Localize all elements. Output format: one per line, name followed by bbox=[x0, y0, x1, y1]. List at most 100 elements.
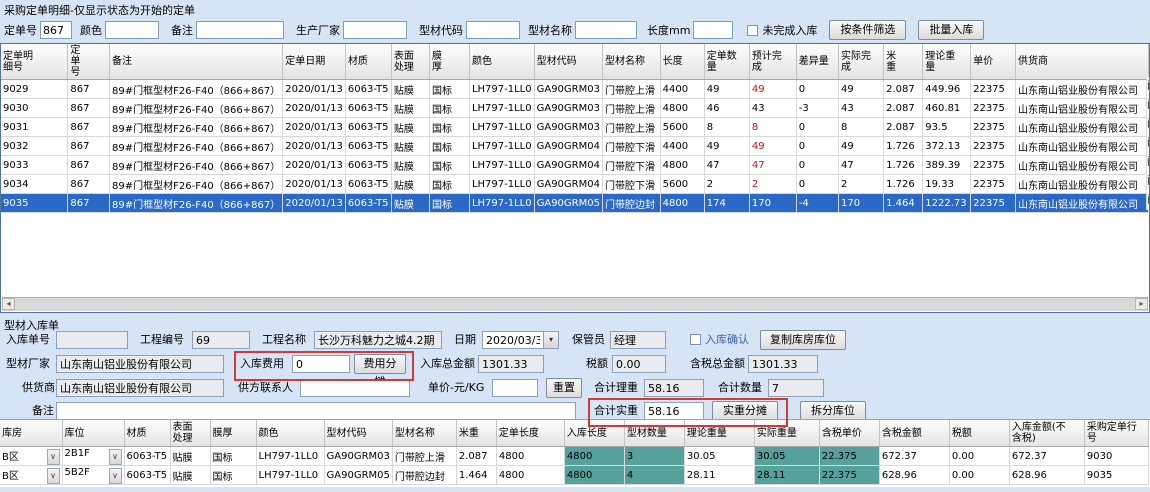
combo-dropdown-icon[interactable]: ∨ bbox=[109, 449, 122, 465]
total-qty-input[interactable] bbox=[768, 379, 824, 397]
combo-dropdown-icon[interactable]: ∨ bbox=[109, 468, 122, 484]
column-header[interactable]: 库房 bbox=[0, 420, 62, 447]
color-filter-input[interactable] bbox=[105, 21, 159, 39]
table-row[interactable]: 903086789#门框型材F26-F40（866+867）2020/01/13… bbox=[1, 99, 1149, 118]
column-header[interactable]: 米重 bbox=[456, 420, 496, 447]
column-header[interactable]: 实际重量 bbox=[754, 420, 819, 447]
column-header[interactable]: 表面 处理 bbox=[170, 420, 210, 447]
remark-filter-input[interactable] bbox=[196, 21, 284, 39]
cell: 山东南山铝业股份有限公司 bbox=[1015, 175, 1148, 194]
manufacturer-filter-input[interactable] bbox=[343, 21, 407, 39]
cell: 贴膜 bbox=[391, 137, 429, 156]
column-header[interactable]: 税额 bbox=[949, 420, 1009, 447]
note-input[interactable] bbox=[56, 402, 576, 420]
column-header[interactable]: 材质 bbox=[124, 420, 170, 447]
cell: 9035 bbox=[1, 194, 68, 213]
combo-dropdown-icon[interactable]: ∨ bbox=[47, 468, 60, 484]
horizontal-scrollbar[interactable]: ◂ ▸ bbox=[2, 297, 1148, 311]
inbound-confirm-checkbox[interactable] bbox=[690, 334, 701, 345]
profile-name-filter-input[interactable] bbox=[575, 21, 637, 39]
cell: 867 bbox=[68, 175, 110, 194]
date-dropdown-button[interactable]: ▾ bbox=[543, 331, 559, 349]
column-header[interactable]: 理论重 量 bbox=[923, 44, 971, 80]
column-header[interactable]: 差异量 bbox=[796, 44, 838, 80]
column-header[interactable]: 含税单价 bbox=[819, 420, 879, 447]
table-row[interactable]: 903586789#门框型材F26-F40（866+867）2020/01/13… bbox=[1, 194, 1149, 213]
column-header[interactable]: 入库金额(不 含税) bbox=[1009, 420, 1084, 447]
total-with-tax-input[interactable] bbox=[748, 355, 818, 373]
inbound-total-input[interactable] bbox=[478, 355, 544, 373]
total-actual-weight-input[interactable] bbox=[644, 402, 704, 420]
scroll-right-arrow-icon[interactable]: ▸ bbox=[1135, 298, 1148, 310]
column-header[interactable]: 定单长度 bbox=[496, 420, 564, 447]
column-header[interactable]: 膜 厚 bbox=[430, 44, 470, 80]
cell: 89#门框型材F26-F40（866+867） bbox=[110, 194, 283, 213]
column-header[interactable]: 库位 bbox=[62, 420, 124, 447]
column-header[interactable]: 定单数 量 bbox=[704, 44, 749, 80]
column-header[interactable]: 颜色 bbox=[469, 44, 534, 80]
supplier-contact-input[interactable] bbox=[300, 379, 410, 397]
column-header[interactable]: 表面 处理 bbox=[391, 44, 429, 80]
column-header[interactable]: 米 重 bbox=[884, 44, 923, 80]
column-header[interactable]: 实际完 成 bbox=[838, 44, 883, 80]
column-header[interactable]: 采购定单行 号 bbox=[1084, 420, 1148, 447]
project-no-input[interactable] bbox=[192, 331, 250, 349]
column-header[interactable]: 定单明 细号 bbox=[1, 44, 68, 80]
tax-label: 税额 bbox=[586, 355, 608, 373]
column-header[interactable]: 材质 bbox=[345, 44, 391, 80]
project-name-input[interactable] bbox=[314, 331, 442, 349]
column-header[interactable]: 长度 bbox=[660, 44, 704, 80]
factory-input[interactable] bbox=[56, 355, 224, 373]
note-label: 备注 bbox=[32, 402, 54, 420]
fee-share-button[interactable]: 费用分摊 bbox=[354, 354, 406, 374]
batch-inbound-button[interactable]: 批量入库 bbox=[918, 20, 984, 40]
column-header[interactable]: 单价 bbox=[971, 44, 1016, 80]
split-location-button[interactable]: 拆分库位 bbox=[800, 401, 866, 421]
supplier-input[interactable] bbox=[56, 379, 224, 397]
combo-dropdown-icon[interactable]: ∨ bbox=[47, 449, 60, 465]
column-header[interactable]: 预计完 成 bbox=[749, 44, 796, 80]
inbound-no-input[interactable] bbox=[56, 331, 128, 349]
total-theory-weight-input[interactable] bbox=[644, 379, 704, 397]
column-header[interactable]: 型材代码 bbox=[534, 44, 602, 80]
order-no-input[interactable] bbox=[40, 21, 72, 39]
profile-code-filter-input[interactable] bbox=[466, 21, 520, 39]
table-row[interactable]: 903286789#门框型材F26-F40（866+867）2020/01/13… bbox=[1, 137, 1149, 156]
column-header[interactable]: 型材代码 bbox=[324, 420, 392, 447]
table-row[interactable]: ∨B区∨5B2F6063-T5贴膜国标LH797-1LL0GA90GRM05门带… bbox=[0, 466, 1148, 485]
column-header[interactable]: 颜色 bbox=[256, 420, 324, 447]
filter-by-condition-button[interactable]: 按条件筛选 bbox=[829, 20, 906, 40]
keeper-input[interactable] bbox=[610, 331, 666, 349]
column-header[interactable]: 型材名称 bbox=[602, 44, 660, 80]
date-input[interactable] bbox=[482, 331, 544, 349]
length-filter-input[interactable] bbox=[693, 21, 733, 39]
column-header[interactable]: 定单日期 bbox=[283, 44, 346, 80]
column-header[interactable]: 理论重量 bbox=[684, 420, 754, 447]
tax-input[interactable] bbox=[612, 355, 666, 373]
reset-button[interactable]: 重置 bbox=[546, 378, 582, 398]
unit-price-input[interactable] bbox=[492, 379, 538, 397]
table-row[interactable]: 903186789#门框型材F26-F40（866+867）2020/01/13… bbox=[1, 118, 1149, 137]
column-header[interactable]: 入库长度 bbox=[564, 420, 624, 447]
scroll-left-arrow-icon[interactable]: ◂ bbox=[2, 298, 15, 310]
unfinished-checkbox[interactable] bbox=[747, 25, 758, 36]
table-row[interactable]: 903386789#门框型材F26-F40（866+867）2020/01/13… bbox=[1, 156, 1149, 175]
column-header[interactable]: 定 单 号 bbox=[68, 44, 110, 80]
column-header[interactable]: 型材名称 bbox=[392, 420, 456, 447]
column-header[interactable]: 含税金额 bbox=[879, 420, 949, 447]
column-header[interactable]: 备注 bbox=[110, 44, 283, 80]
table-row[interactable]: ∨B区∨2B1F6063-T5贴膜国标LH797-1LL0GA90GRM03门带… bbox=[0, 447, 1148, 466]
inbound-total-label: 入库总金额 bbox=[420, 355, 475, 373]
cell: 47 bbox=[838, 156, 883, 175]
cell: ∨5B2F bbox=[62, 466, 124, 485]
inbound-fee-input[interactable] bbox=[292, 355, 350, 373]
table-row[interactable]: 902986789#门框型材F26-F40（866+867）2020/01/13… bbox=[1, 80, 1149, 99]
cell: 2020/01/13 bbox=[283, 175, 346, 194]
column-header[interactable]: 型材数量 bbox=[624, 420, 684, 447]
column-header[interactable]: 供货商 bbox=[1015, 44, 1148, 80]
column-header[interactable]: 膜厚 bbox=[210, 420, 256, 447]
cell: 9031 bbox=[1, 118, 68, 137]
weight-share-button[interactable]: 实重分摊 bbox=[712, 401, 778, 421]
table-row[interactable]: 903486789#门框型材F26-F40（866+867）2020/01/13… bbox=[1, 175, 1149, 194]
copy-location-button[interactable]: 复制库房库位 bbox=[760, 330, 846, 350]
